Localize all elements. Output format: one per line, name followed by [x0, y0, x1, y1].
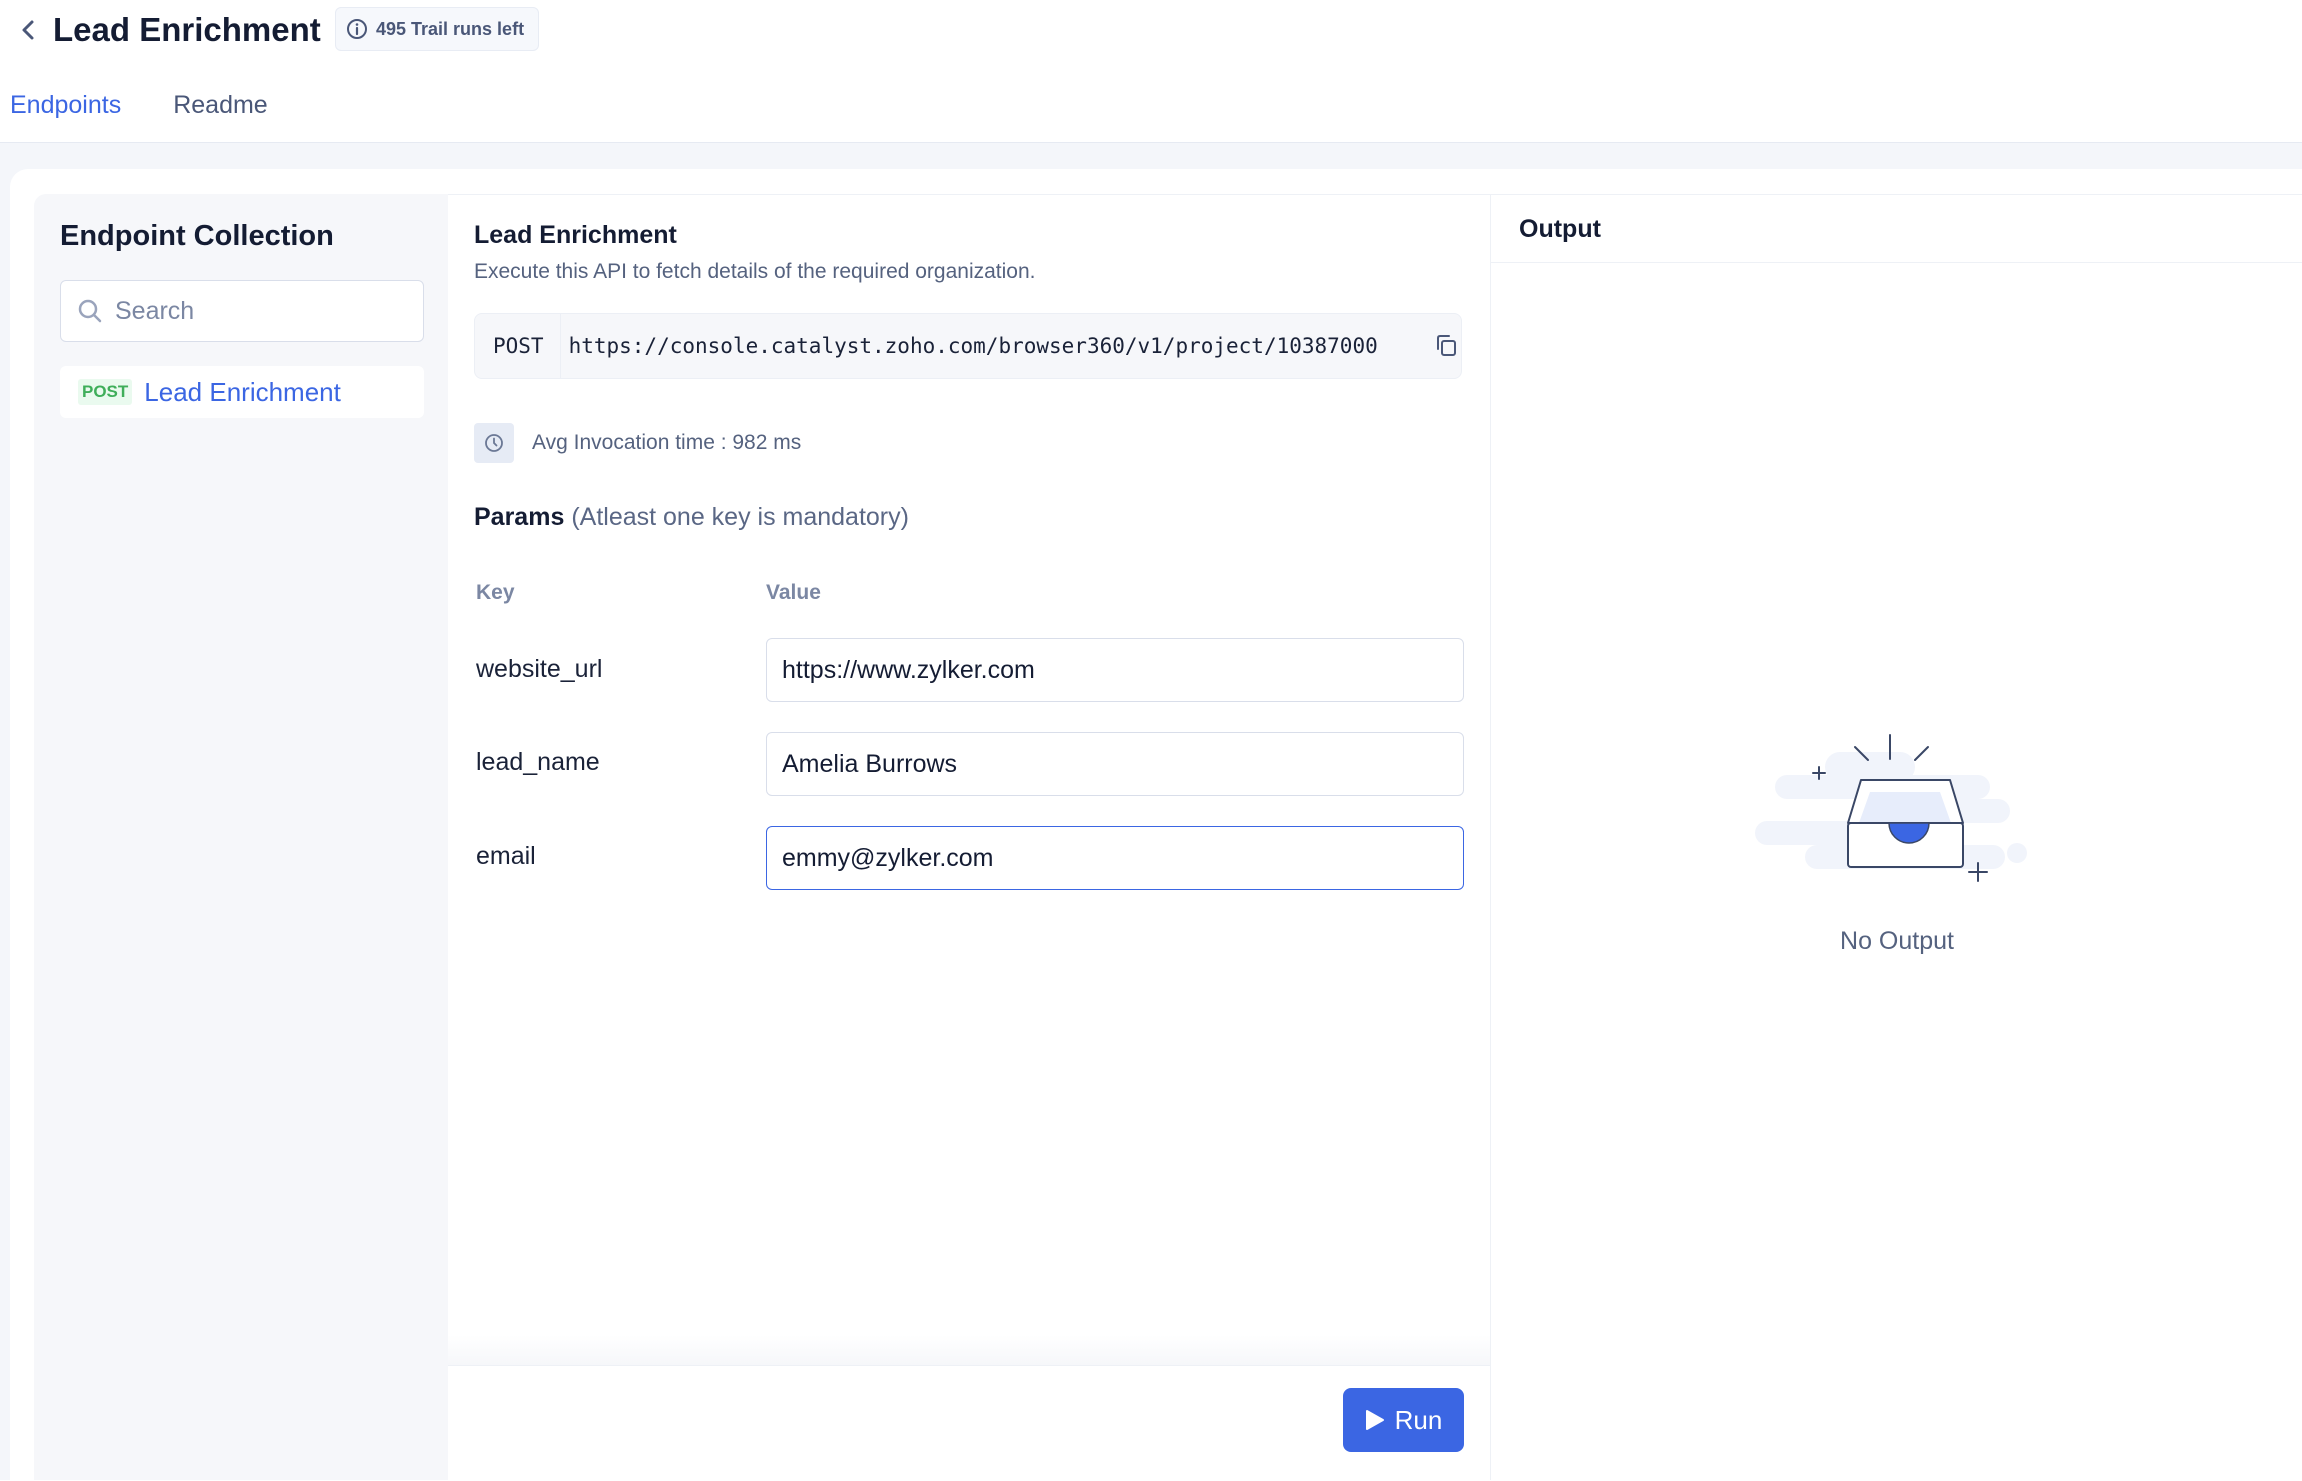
search-input[interactable]	[115, 296, 395, 326]
copy-url-button[interactable]	[1433, 333, 1459, 359]
avg-invocation: Avg Invocation time : 982 ms	[474, 423, 801, 463]
run-button[interactable]: Run	[1343, 1388, 1464, 1452]
endpoint-detail-panel: Lead Enrichment Execute this API to fetc…	[448, 194, 1490, 1481]
run-label: Run	[1394, 1404, 1443, 1435]
tab-endpoints[interactable]: Endpoints	[0, 80, 132, 146]
param-value-email[interactable]	[766, 826, 1464, 890]
param-value-lead-name[interactable]	[766, 732, 1464, 796]
param-key-website-url: website_url	[476, 655, 603, 683]
value-column-header: Value	[766, 581, 821, 604]
param-key-email: email	[476, 842, 536, 870]
action-footer: Run	[448, 1365, 1490, 1481]
no-output-text: No Output	[1840, 927, 1954, 955]
info-icon	[347, 19, 367, 39]
http-method: POST	[475, 314, 561, 378]
avg-invocation-text: Avg Invocation time : 982 ms	[532, 431, 802, 454]
tab-readme[interactable]: Readme	[163, 80, 278, 142]
chevron-left-icon	[22, 20, 34, 40]
key-column-header: Key	[476, 581, 515, 604]
param-value-website-url[interactable]	[766, 638, 1464, 702]
output-title: Output	[1519, 215, 1601, 243]
output-header: Output	[1491, 195, 2302, 263]
page-header: Lead Enrichment 495 Trail runs left Endp…	[0, 0, 2302, 146]
search-box	[60, 280, 424, 342]
sidebar-title: Endpoint Collection	[60, 220, 334, 252]
params-note: (Atleast one key is mandatory)	[571, 503, 909, 531]
search-icon	[78, 299, 102, 323]
clock-icon	[474, 423, 514, 463]
params-label: Params	[474, 503, 565, 531]
endpoint-description: Execute this API to fetch details of the…	[474, 260, 1036, 283]
endpoint-url-box: POST https://console.catalyst.zoho.com/b…	[474, 313, 1462, 379]
endpoint-title: Lead Enrichment	[474, 221, 677, 249]
trial-runs-badge: 495 Trail runs left	[335, 7, 540, 51]
page-title: Lead Enrichment	[53, 11, 321, 48]
back-button[interactable]	[14, 14, 42, 46]
endpoint-url: https://console.catalyst.zoho.com/browse…	[568, 334, 1378, 358]
empty-inbox-illustration	[1755, 734, 2027, 882]
play-icon	[1365, 1410, 1384, 1430]
params-heading: Params (Atleast one key is mandatory)	[474, 503, 909, 532]
tab-bar: Endpoints Readme	[0, 80, 310, 146]
method-badge: POST	[78, 379, 133, 405]
footer-fade	[448, 1335, 1490, 1365]
param-key-lead-name: lead_name	[476, 748, 600, 776]
sidebar-item-lead-enrichment[interactable]: POST Lead Enrichment	[60, 366, 424, 418]
output-panel: Output No Output	[1490, 194, 2302, 1480]
endpoint-sidebar: Endpoint Collection POST Lead Enrichment	[34, 194, 448, 1480]
endpoint-name: Lead Enrichment	[144, 376, 341, 407]
copy-icon	[1436, 335, 1456, 356]
trial-runs-text: 495 Trail runs left	[376, 18, 525, 39]
